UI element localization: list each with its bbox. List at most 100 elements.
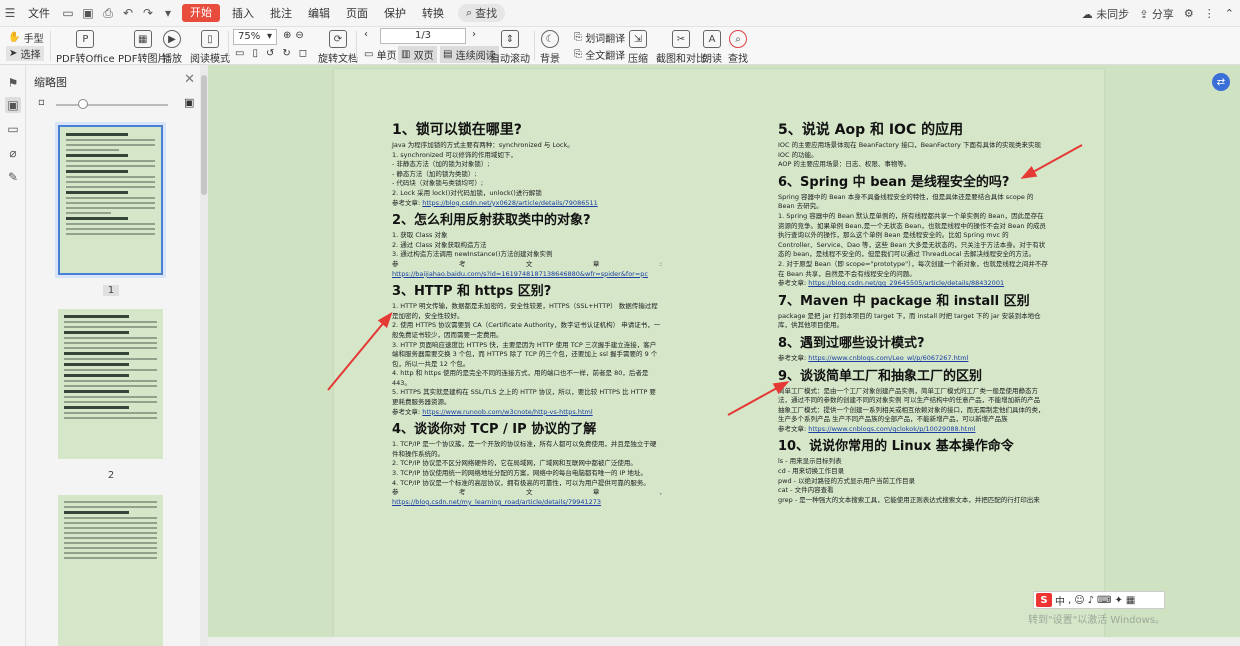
thumbnail-icon[interactable]: ▣: [5, 97, 21, 113]
compress-label: 压缩: [628, 54, 648, 65]
read-aloud-button[interactable]: A 朗读: [702, 30, 722, 65]
more-icon[interactable]: ⋮: [1204, 7, 1215, 20]
auto-scroll-button[interactable]: ⇕ 自动滚动: [490, 30, 530, 65]
prev-page-icon[interactable]: ‹: [364, 29, 368, 40]
pdf-to-image-button[interactable]: ▦ PDF转图片: [118, 30, 167, 65]
pdf-convert-icon: P: [76, 30, 95, 48]
hamburger-icon[interactable]: ☰: [3, 6, 17, 20]
rotate-doc-button[interactable]: ⟳ 旋转文档: [318, 30, 358, 65]
rotate-doc-label: 旋转文档: [318, 54, 358, 65]
thumbnail-page-3[interactable]: [58, 495, 163, 646]
auto-scroll-label: 自动滚动: [490, 54, 530, 65]
thumbnail-page-2[interactable]: [58, 309, 163, 459]
single-page-button[interactable]: ▭ 单页: [364, 47, 397, 62]
zoom-in-icon[interactable]: ⊕: [283, 30, 291, 41]
divider: [534, 31, 535, 61]
tab-page[interactable]: 页面: [338, 0, 376, 27]
divider: [356, 31, 357, 61]
tab-protect[interactable]: 保护: [376, 0, 414, 27]
attachment-icon[interactable]: ⌀: [5, 145, 21, 161]
thumbnail-panel-title: 缩略图: [34, 76, 67, 89]
close-icon[interactable]: ✕: [184, 72, 195, 87]
play-label: 播放: [162, 54, 182, 65]
fit-width-icon[interactable]: ▯: [252, 48, 258, 59]
tab-start[interactable]: 开始: [182, 4, 220, 22]
open-folder-icon[interactable]: ▭: [61, 6, 75, 20]
grid-icon: ▦: [1125, 594, 1136, 606]
single-page-icon: ▭: [364, 49, 374, 60]
pdf-to-office-button[interactable]: P PDF转Office: [56, 30, 115, 65]
continuous-icon: ▤: [443, 49, 453, 60]
file-menu[interactable]: 文件: [20, 0, 58, 27]
thumbnail-page-1[interactable]: [55, 122, 166, 278]
fit-page-icon[interactable]: ▭: [235, 48, 244, 59]
redo-icon[interactable]: ↷: [141, 6, 155, 20]
search-tab[interactable]: ⌕ 查找: [458, 4, 506, 22]
share-button[interactable]: ⇪ 分享: [1139, 6, 1174, 22]
sync-label: 未同步: [1096, 7, 1130, 21]
ime-punctuation-icon: ,: [1068, 594, 1072, 606]
play-icon: ▶: [163, 30, 181, 48]
zoom-out-icon[interactable]: ⊖: [295, 30, 303, 41]
zoom-value: 75%: [238, 31, 261, 42]
find-label: 查找: [728, 54, 748, 65]
pdf-to-image-label: PDF转图片: [118, 54, 168, 65]
zoom-select[interactable]: 75% ▾: [233, 29, 277, 45]
slider-track: [56, 104, 168, 106]
print-icon[interactable]: ⎙: [101, 6, 115, 20]
tab-insert[interactable]: 插入: [224, 0, 262, 27]
comment-icon[interactable]: ▭: [5, 121, 21, 137]
background-label: 背景: [540, 54, 560, 65]
select-tool[interactable]: ➤ 选择: [6, 46, 44, 61]
rotate-left-icon[interactable]: ↺: [266, 48, 274, 59]
hand-tool[interactable]: ✋ 手型: [8, 30, 44, 45]
slider-knob[interactable]: [78, 99, 88, 109]
ime-toolbar[interactable]: S 中 , ☺ ♪ ⌨ ✦ ▦: [1033, 591, 1165, 609]
compress-button[interactable]: ⇲ 压缩: [628, 30, 648, 65]
bookmark-icon[interactable]: ⚑: [5, 75, 21, 91]
ribbon-toolbar: ✋ 手型 ➤ 选择 P PDF转Office ▦ PDF转图片 ▶ 播放 ▯ 阅读模式 …: [0, 27, 1240, 65]
thumbnail-scrollbar[interactable]: [200, 65, 208, 646]
screenshot-label: 截图和对比: [656, 54, 706, 65]
find-button[interactable]: ⌕ 查找: [728, 30, 748, 65]
settings-icon[interactable]: ⚙: [1184, 7, 1194, 20]
single-page-label: 单页: [376, 51, 397, 62]
chevron-down-icon: ▾: [266, 31, 272, 42]
floating-action-icon[interactable]: ⇄: [1212, 73, 1230, 91]
double-page-button[interactable]: ▥ 双页: [398, 46, 437, 63]
thumbnail-zoom-slider[interactable]: ▫ ▣: [38, 96, 198, 111]
background-button[interactable]: ☾ 背景: [540, 30, 560, 65]
tab-edit[interactable]: 编辑: [300, 0, 338, 27]
divider: [228, 31, 229, 61]
moon-icon: ☾: [541, 30, 559, 48]
small-image-icon: ▫: [38, 97, 45, 108]
page-input[interactable]: 1/3: [380, 28, 466, 44]
signature-icon[interactable]: ✎: [5, 169, 21, 185]
pdf-image-icon: ▦: [133, 30, 152, 48]
hand-icon: ✋: [8, 32, 21, 43]
tab-annotate[interactable]: 批注: [262, 0, 300, 27]
next-page-icon[interactable]: ›: [472, 29, 476, 40]
thumbnail-page-number: 2: [107, 470, 115, 481]
word-translate-button[interactable]: ⎘ 划词翻译: [574, 30, 625, 45]
zoom-controls: ⊕ ⊖: [283, 30, 304, 41]
search-icon: ⌕: [466, 6, 473, 19]
left-rail: ⚑ ▣ ▭ ⌀ ✎: [0, 65, 26, 646]
undo-icon[interactable]: ↶: [121, 6, 135, 20]
full-translate-button[interactable]: ⎘ 全文翻译: [574, 47, 625, 62]
tab-convert[interactable]: 转换: [414, 0, 452, 27]
collapse-icon[interactable]: ⌃: [1225, 7, 1234, 20]
double-page-label: 双页: [413, 51, 434, 62]
red-arrow: [327, 311, 393, 391]
scrollbar-thumb[interactable]: [201, 75, 207, 195]
sync-status[interactable]: ☁ 未同步: [1082, 6, 1130, 22]
crop-icon[interactable]: ◻: [299, 48, 307, 59]
play-button[interactable]: ▶ 播放: [162, 30, 182, 65]
document-view: 1、锁可以锁在哪里? Java 为程序加锁的方式主要有两种：synchronize…: [208, 65, 1240, 646]
save-icon[interactable]: ▣: [81, 6, 95, 20]
rotate-right-icon[interactable]: ↻: [282, 48, 290, 59]
translate-icon: ⎘: [574, 32, 582, 43]
dropdown-icon[interactable]: ▾: [161, 6, 175, 20]
screenshot-compare-button[interactable]: ✂ 截图和对比: [656, 30, 706, 65]
read-mode-button[interactable]: ▯ 阅读模式: [190, 30, 230, 65]
